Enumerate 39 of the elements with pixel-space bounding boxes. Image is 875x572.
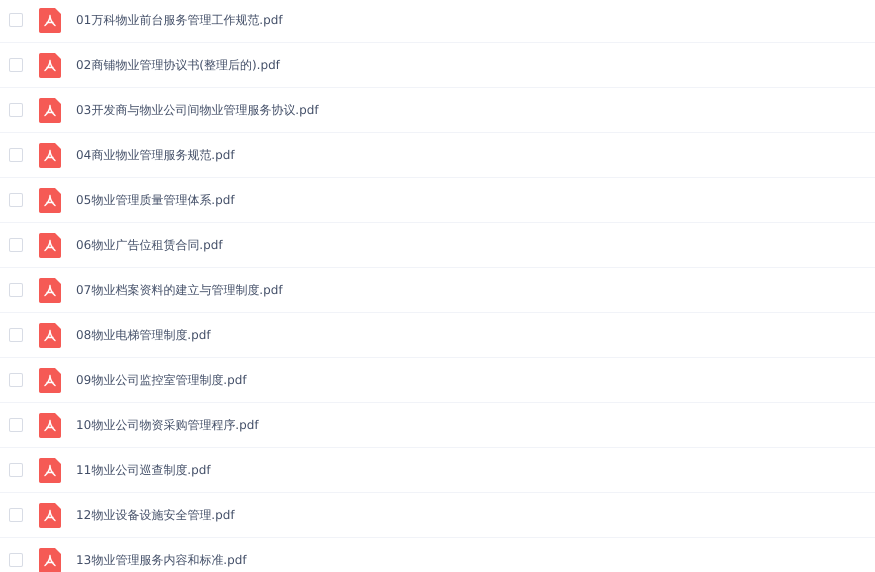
pdf-file-icon: [39, 502, 61, 528]
pdf-file-icon: [39, 322, 61, 348]
checkbox[interactable]: [9, 373, 23, 387]
checkbox[interactable]: [9, 238, 23, 252]
checkbox[interactable]: [9, 193, 23, 207]
checkbox[interactable]: [9, 463, 23, 477]
file-name[interactable]: 13物业管理服务内容和标准.pdf: [76, 552, 247, 568]
checkbox[interactable]: [9, 553, 23, 567]
file-name[interactable]: 11物业公司巡查制度.pdf: [76, 462, 211, 478]
checkbox[interactable]: [9, 418, 23, 432]
pdf-file-icon: [39, 98, 61, 122]
file-name[interactable]: 09物业公司监控室管理制度.pdf: [76, 372, 247, 388]
file-name[interactable]: 07物业档案资料的建立与管理制度.pdf: [76, 282, 283, 298]
pdf-file-icon: [39, 458, 61, 482]
checkbox[interactable]: [9, 508, 23, 522]
checkbox[interactable]: [9, 103, 23, 117]
file-name[interactable]: 12物业设备设施安全管理.pdf: [76, 506, 235, 524]
pdf-file-icon: [39, 232, 61, 258]
pdf-file-icon: [39, 8, 61, 32]
pdf-file-icon: [39, 412, 61, 438]
checkbox[interactable]: [9, 283, 23, 297]
checkbox[interactable]: [9, 148, 23, 162]
file-name[interactable]: 02商铺物业管理协议书(整理后的).pdf: [76, 56, 280, 74]
file-name[interactable]: 03开发商与物业公司间物业管理服务协议.pdf: [76, 102, 319, 118]
file-name[interactable]: 10物业公司物资采购管理程序.pdf: [76, 416, 259, 434]
pdf-file-icon: [39, 188, 61, 212]
pdf-file-icon: [39, 278, 61, 302]
pdf-file-icon: [39, 142, 61, 168]
pdf-file-icon: [39, 368, 61, 392]
pdf-file-icon: [39, 548, 61, 572]
file-name[interactable]: 04商业物业管理服务规范.pdf: [76, 146, 235, 164]
checkbox[interactable]: [9, 58, 23, 72]
checkbox[interactable]: [9, 328, 23, 342]
file-name[interactable]: 05物业管理质量管理体系.pdf: [76, 192, 235, 208]
file-name[interactable]: 01万科物业前台服务管理工作规范.pdf: [76, 12, 283, 28]
file-name[interactable]: 06物业广告位租赁合同.pdf: [76, 236, 223, 254]
checkbox[interactable]: [9, 13, 23, 27]
file-name[interactable]: 08物业电梯管理制度.pdf: [76, 326, 211, 344]
pdf-file-icon: [39, 52, 61, 78]
